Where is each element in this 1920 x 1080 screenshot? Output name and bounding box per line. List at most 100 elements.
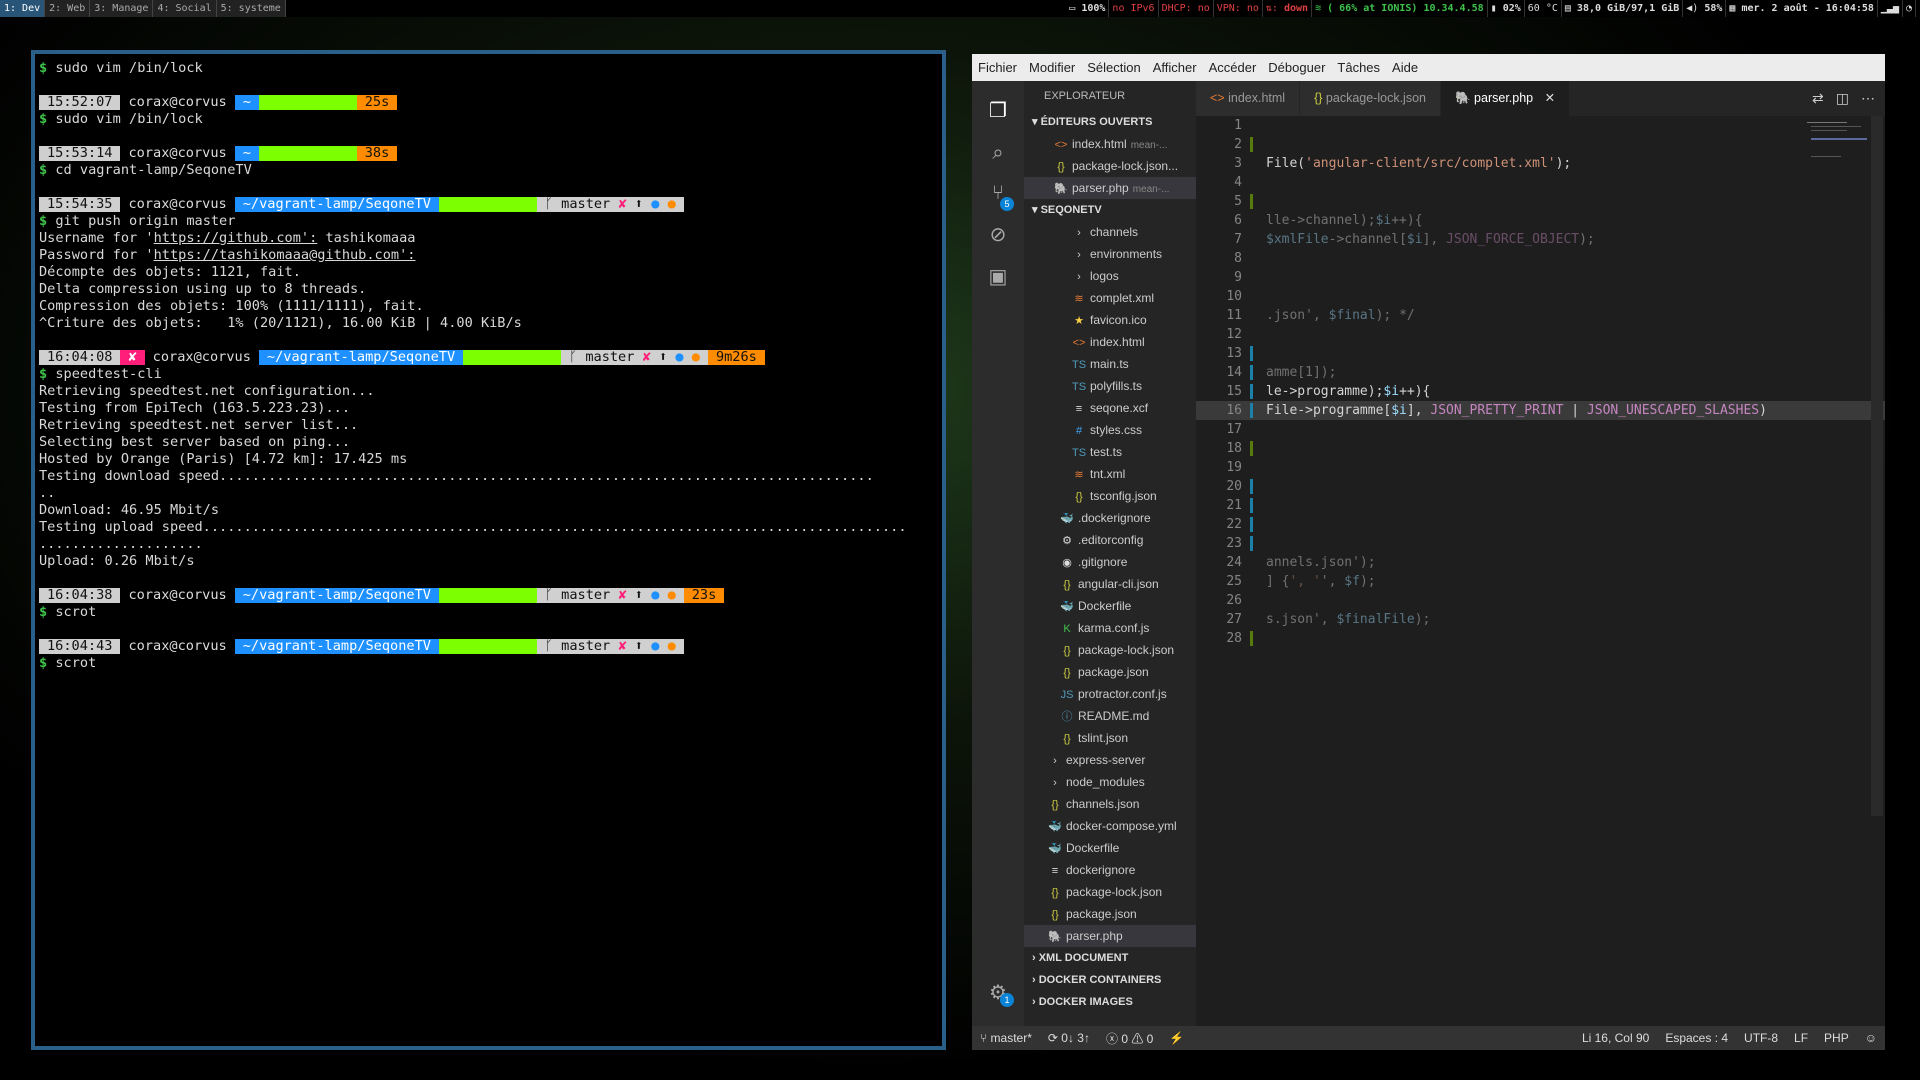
workspace-4[interactable]: 4: Social xyxy=(153,0,217,17)
tree-file[interactable]: 🐳 docker-compose.yml xyxy=(1024,815,1196,837)
language-mode[interactable]: PHP xyxy=(1816,1031,1857,1045)
code-view[interactable]: 1 2 3 File('angular-client/src/complet.xml'… xyxy=(1196,116,1885,1026)
smiley-icon[interactable]: ☺ xyxy=(1857,1031,1885,1045)
tree-file[interactable]: 🐳 .dockerignore xyxy=(1024,507,1196,529)
tree-file[interactable]: ≋ complet.xml xyxy=(1024,287,1196,309)
file-type-icon: {} xyxy=(1314,91,1323,105)
line-number: 11 xyxy=(1226,308,1242,323)
editor-tab[interactable]: 🐘 parser.php ✕ xyxy=(1440,81,1571,116)
tree-folder[interactable]: › channels xyxy=(1024,221,1196,243)
tree-file[interactable]: TS test.ts xyxy=(1024,441,1196,463)
end-of-line[interactable]: LF xyxy=(1786,1031,1816,1045)
file-name: karma.conf.js xyxy=(1078,621,1150,635)
problems-status[interactable]: ⓧ 0 ⚠ 0 xyxy=(1098,1030,1161,1047)
workspace-1[interactable]: 1: Dev xyxy=(0,0,46,17)
lightning-icon[interactable]: ⚡ xyxy=(1161,1031,1192,1045)
indentation[interactable]: Espaces : 4 xyxy=(1657,1031,1736,1045)
menu-afficher[interactable]: Afficher xyxy=(1147,54,1203,81)
menu-selection[interactable]: Sélection xyxy=(1081,54,1146,81)
extensions-icon[interactable]: ▣ xyxy=(986,265,1010,289)
git-branch[interactable]: ⑂ master* xyxy=(972,1031,1040,1045)
tree-folder[interactable]: › express-server xyxy=(1024,749,1196,771)
disk-status: ▤ 38,0 GiB/97,1 GiB xyxy=(1562,0,1684,17)
menu-aide[interactable]: Aide xyxy=(1386,54,1424,81)
sidebar-section-collapsed[interactable]: › DOCKER CONTAINERS xyxy=(1024,969,1196,991)
tree-file[interactable]: {} package.json xyxy=(1024,661,1196,683)
tree-file[interactable]: ★ favicon.ico xyxy=(1024,309,1196,331)
tree-file[interactable]: ≋ tnt.xml xyxy=(1024,463,1196,485)
tree-file[interactable]: 🐘 parser.php xyxy=(1024,925,1196,947)
encoding[interactable]: UTF-8 xyxy=(1736,1031,1786,1045)
tree-file[interactable]: Kkarma.conf.js xyxy=(1024,617,1196,639)
tree-folder[interactable]: › node_modules xyxy=(1024,771,1196,793)
open-editors-section[interactable]: ▾ ÉDITEURS OUVERTS xyxy=(1024,111,1196,133)
tree-file[interactable]: {} package.json xyxy=(1024,903,1196,925)
split-editor-icon[interactable]: ◫ xyxy=(1836,81,1849,116)
menu-deboguer[interactable]: Déboguer xyxy=(1262,54,1331,81)
menu-fichier[interactable]: Fichier xyxy=(972,54,1023,81)
chevron-right-icon: › xyxy=(1077,271,1081,283)
open-editor-item[interactable]: 🐘 parser.php mean-... xyxy=(1024,177,1196,199)
tree-file[interactable]: ≡ dockerignore xyxy=(1024,859,1196,881)
line-number: 1 xyxy=(1234,118,1242,133)
line-number: 7 xyxy=(1234,232,1242,247)
tree-file[interactable]: ⚙ .editorconfig xyxy=(1024,529,1196,551)
tree-file[interactable]: # styles.css xyxy=(1024,419,1196,441)
more-actions-icon[interactable]: ⋯ xyxy=(1861,81,1875,116)
open-editor-item[interactable]: <> index.html mean-... xyxy=(1024,133,1196,155)
tree-file[interactable]: TS main.ts xyxy=(1024,353,1196,375)
terminal-window[interactable]: $ sudo vim /bin/lock 15:52:07 corax@corvus… xyxy=(31,50,946,1050)
terminal-prompt-line: 16:04:08 ✘ corax@corvus ~/vagrant-lamp/Seqo… xyxy=(39,349,938,366)
editor-tab[interactable]: {} package-lock.json xyxy=(1300,81,1441,116)
tree-file[interactable]: {} package-lock.json xyxy=(1024,881,1196,903)
debug-icon[interactable]: ⊘ xyxy=(986,223,1010,247)
tree-file[interactable]: {} channels.json xyxy=(1024,793,1196,815)
prompt-time: 15:52:07 xyxy=(39,95,121,110)
code-line: 23 xyxy=(1196,534,1885,553)
file-name: protractor.conf.js xyxy=(1078,687,1167,701)
vertical-scrollbar[interactable] xyxy=(1871,116,1883,816)
line-number: 15 xyxy=(1226,384,1242,399)
menu-acceder[interactable]: Accéder xyxy=(1203,54,1263,81)
sync-status[interactable]: ⟳ 0↓ 3↑ xyxy=(1040,1031,1098,1045)
open-changes-icon[interactable]: ⇄ xyxy=(1812,81,1824,116)
open-editor-item[interactable]: {} package-lock.json... xyxy=(1024,155,1196,177)
sidebar-section-collapsed[interactable]: › XML DOCUMENT xyxy=(1024,947,1196,969)
terminal-output-line: .................... xyxy=(39,536,203,552)
search-icon[interactable]: ⌕ xyxy=(986,141,1010,165)
project-section[interactable]: ▾ SEQONETV xyxy=(1024,199,1196,221)
tree-file[interactable]: {} angular-cli.json xyxy=(1024,573,1196,595)
tree-file[interactable]: TS polyfills.ts xyxy=(1024,375,1196,397)
tree-file[interactable]: ≡ seqone.xcf xyxy=(1024,397,1196,419)
menu-modifier[interactable]: Modifier xyxy=(1023,54,1081,81)
workspace-3[interactable]: 3: Manage xyxy=(90,0,154,17)
ethernet-status: ⇅: down xyxy=(1263,0,1313,17)
menu-taches[interactable]: Tâches xyxy=(1331,54,1386,81)
tree-file[interactable]: {} tsconfig.json xyxy=(1024,485,1196,507)
line-number: 20 xyxy=(1226,479,1242,494)
workspace-5[interactable]: 5: systeme xyxy=(216,0,286,17)
tree-folder[interactable]: › environments xyxy=(1024,243,1196,265)
prompt-time: 16:04:38 xyxy=(39,588,121,603)
tree-file[interactable]: ◉ .gitignore xyxy=(1024,551,1196,573)
tree-file[interactable]: JS protractor.conf.js xyxy=(1024,683,1196,705)
files-icon[interactable]: ❐ xyxy=(986,99,1010,123)
close-icon[interactable]: ✕ xyxy=(1545,91,1555,105)
tree-file[interactable]: 🐳 Dockerfile xyxy=(1024,837,1196,859)
line-number: 8 xyxy=(1234,251,1242,266)
command-text: sudo vim /bin/lock xyxy=(55,111,203,127)
workspace-2[interactable]: 2: Web xyxy=(45,0,91,17)
sidebar-section-collapsed[interactable]: › DOCKER IMAGES xyxy=(1024,991,1196,1013)
tree-file[interactable]: {} tslint.json xyxy=(1024,727,1196,749)
tree-folder[interactable]: › logos xyxy=(1024,265,1196,287)
tree-file[interactable]: {} package-lock.json xyxy=(1024,639,1196,661)
tree-file[interactable]: ⓘ README.md xyxy=(1024,705,1196,727)
code-line: 9 xyxy=(1196,268,1885,287)
minimap[interactable] xyxy=(1807,116,1867,316)
editor-tab[interactable]: <> index.html xyxy=(1196,81,1301,116)
tree-file[interactable]: 🐳 Dockerfile xyxy=(1024,595,1196,617)
tree-file[interactable]: <> index.html xyxy=(1024,331,1196,353)
cursor-position[interactable]: Li 16, Col 90 xyxy=(1574,1031,1657,1045)
